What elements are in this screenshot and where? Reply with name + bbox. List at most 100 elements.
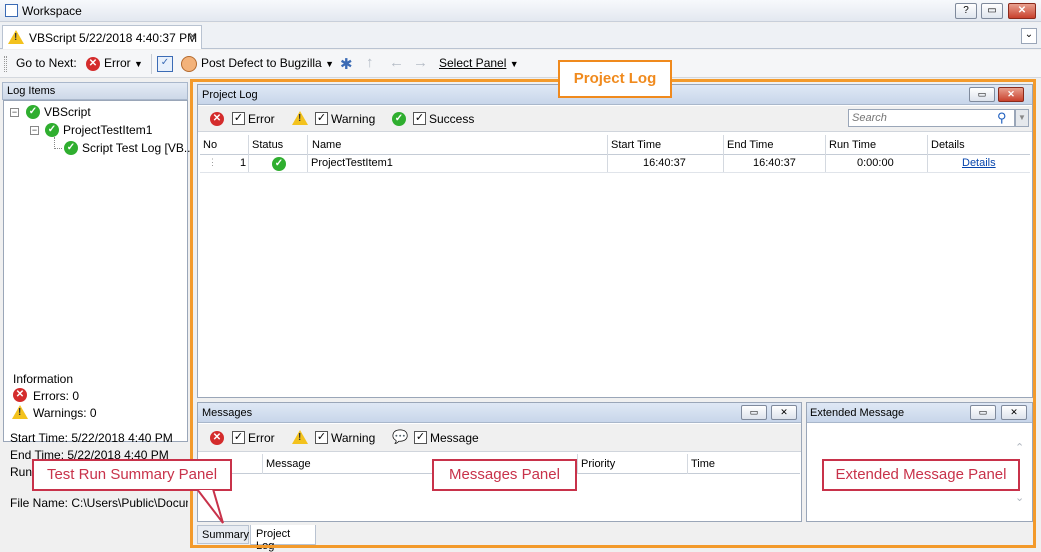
error-filter-label: Error [248, 431, 275, 445]
search-dropdown[interactable]: ▼ [1015, 109, 1029, 127]
search-input[interactable] [848, 109, 1015, 127]
col-start-time[interactable]: Start Time [611, 139, 661, 151]
callout-pointer-icon [195, 489, 224, 524]
success-filter-label: Success [429, 112, 475, 126]
tree-expander[interactable]: − [30, 126, 39, 135]
error-filter-label: Error [104, 56, 131, 70]
callout-messages-panel: Messages Panel [432, 459, 577, 491]
extended-restore-button[interactable]: ▭ [970, 405, 996, 420]
file-name: File Name: C:\Users\Public\Documen [10, 496, 188, 510]
table-row[interactable]: ⋮ 1 ✓ ProjectTestItem1 16:40:37 16:40:37… [200, 155, 1030, 173]
log-warning-icon [8, 30, 24, 44]
col-end-time[interactable]: End Time [727, 139, 773, 151]
restore-button[interactable]: ▭ [981, 3, 1003, 19]
errors-count: Errors: 0 [33, 389, 80, 403]
run-time: Run [10, 465, 33, 479]
project-log-title: Project Log [202, 89, 258, 101]
success-icon: ✓ [26, 105, 40, 119]
tree-item-vbscript[interactable]: VBScript [44, 105, 91, 119]
panel-restore-button[interactable]: ▭ [969, 87, 995, 102]
project-log-filter-bar: ✕ ✓ Error ✓ Warning ✓ ✓ Success ⚲ ▼ [198, 106, 1032, 132]
success-icon: ✓ [45, 123, 59, 137]
warning-icon [292, 430, 308, 444]
warning-filter-label: Warning [331, 431, 376, 445]
tab-summary[interactable]: Summary [197, 525, 249, 544]
project-log-grid: No Status Name Start Time End Time Run T… [200, 135, 1030, 173]
scroll-down-icon[interactable]: ⌄ [1015, 491, 1024, 504]
success-checkbox[interactable]: ✓ [413, 112, 426, 125]
workspace-icon [5, 4, 18, 17]
tree-item-script-test-log[interactable]: Script Test Log [VB... [82, 141, 194, 155]
status-success-icon: ✓ [272, 157, 286, 171]
post-defect-dropdown[interactable]: Post Defect to Bugzilla ▼ [201, 56, 334, 70]
col-priority[interactable]: Priority [581, 458, 615, 470]
column-separator [577, 454, 578, 474]
extended-close-button[interactable]: ✕ [1001, 405, 1027, 420]
window-title-bar: Workspace ? ▭ ✕ [0, 0, 1041, 22]
messages-filter-bar: ✕ ✓ Error ✓ Warning 💬 ✓ Message [198, 424, 801, 452]
select-panel-dropdown[interactable]: Select Panel ▼ [439, 56, 519, 70]
row-run-time: 0:00:00 [857, 157, 894, 169]
bug-icon[interactable]: ✱ [340, 55, 353, 73]
col-run-time[interactable]: Run Time [829, 139, 876, 151]
callout-extended-message-panel: Extended Message Panel [822, 459, 1020, 491]
col-status[interactable]: Status [252, 139, 283, 151]
toolbar-separator [151, 54, 152, 74]
toolbar: Go to Next: ✕ Error ▼ ✓ Post Defect to B… [0, 50, 1041, 78]
row-end-time: 16:40:37 [753, 157, 796, 169]
warnings-count: Warnings: 0 [33, 406, 97, 420]
error-filter-dropdown[interactable]: Error ▼ [104, 56, 143, 70]
details-link[interactable]: Details [962, 157, 996, 169]
error-filter-icon: ✕ [86, 57, 100, 71]
warning-icon [292, 111, 308, 125]
row-name: ProjectTestItem1 [311, 157, 393, 169]
warnings-icon [12, 405, 28, 419]
tab-list-dropdown[interactable]: ⌄ [1021, 28, 1037, 44]
help-button[interactable]: ? [955, 3, 977, 19]
test-run-summary-panel: Information ✕ Errors: 0 Warnings: 0 Star… [3, 370, 188, 520]
tree-item-projecttestitem1[interactable]: ProjectTestItem1 [63, 123, 152, 137]
bottom-tab-bar: Summary Project Log [197, 525, 1033, 552]
start-time: Start Time: 5/22/2018 4:40 PM [10, 431, 173, 445]
close-button[interactable]: ✕ [1008, 3, 1036, 19]
tab-project-log[interactable]: Project Log [250, 525, 316, 552]
tree-expander[interactable]: − [10, 108, 19, 117]
callout-project-log: Project Log [558, 60, 672, 98]
tab-vbscript-log[interactable]: VBScript 5/22/2018 4:40:37 PM ✕ [2, 25, 202, 49]
project-log-panel: Project Log ▭ ✕ ✕ ✓ Error ✓ Warning ✓ ✓ … [197, 84, 1033, 398]
scroll-up-icon[interactable]: ⌃ [1015, 441, 1024, 454]
tab-close-icon[interactable]: ✕ [188, 30, 197, 43]
tree-connector [54, 137, 62, 149]
col-message[interactable]: Message [266, 458, 311, 470]
row-tree-dots: ⋮ [208, 157, 217, 167]
col-name[interactable]: Name [312, 139, 341, 151]
toolbar-grip [4, 56, 7, 72]
column-separator [687, 454, 688, 474]
search-icon[interactable]: ⚲ [997, 110, 1007, 126]
error-checkbox[interactable]: ✓ [232, 431, 245, 444]
up-arrow-icon[interactable]: ↑ [366, 54, 374, 71]
forward-arrow-icon[interactable]: → [413, 54, 428, 71]
warning-checkbox[interactable]: ✓ [315, 112, 328, 125]
panel-close-button[interactable]: ✕ [998, 87, 1024, 102]
select-panel-label: Select Panel [439, 56, 507, 70]
error-checkbox[interactable]: ✓ [232, 112, 245, 125]
warning-filter-label: Warning [331, 112, 376, 126]
error-icon: ✕ [210, 431, 224, 445]
messages-close-button[interactable]: ✕ [771, 405, 797, 420]
col-time[interactable]: Time [691, 458, 715, 470]
messages-restore-button[interactable]: ▭ [741, 405, 767, 420]
col-details[interactable]: Details [931, 139, 965, 151]
column-separator [262, 454, 263, 474]
col-no[interactable]: No [203, 139, 217, 151]
check-log-icon[interactable]: ✓ [157, 56, 173, 72]
log-items-header: Log Items [2, 82, 188, 100]
messages-header: Messages ▭ ✕ [198, 403, 801, 423]
warning-checkbox[interactable]: ✓ [315, 431, 328, 444]
message-checkbox[interactable]: ✓ [414, 431, 427, 444]
back-arrow-icon[interactable]: ← [389, 54, 404, 71]
row-start-time: 16:40:37 [643, 157, 686, 169]
bugzilla-icon [181, 56, 197, 72]
tab-label: VBScript 5/22/2018 4:40:37 PM [29, 31, 198, 45]
success-icon: ✓ [64, 141, 78, 155]
